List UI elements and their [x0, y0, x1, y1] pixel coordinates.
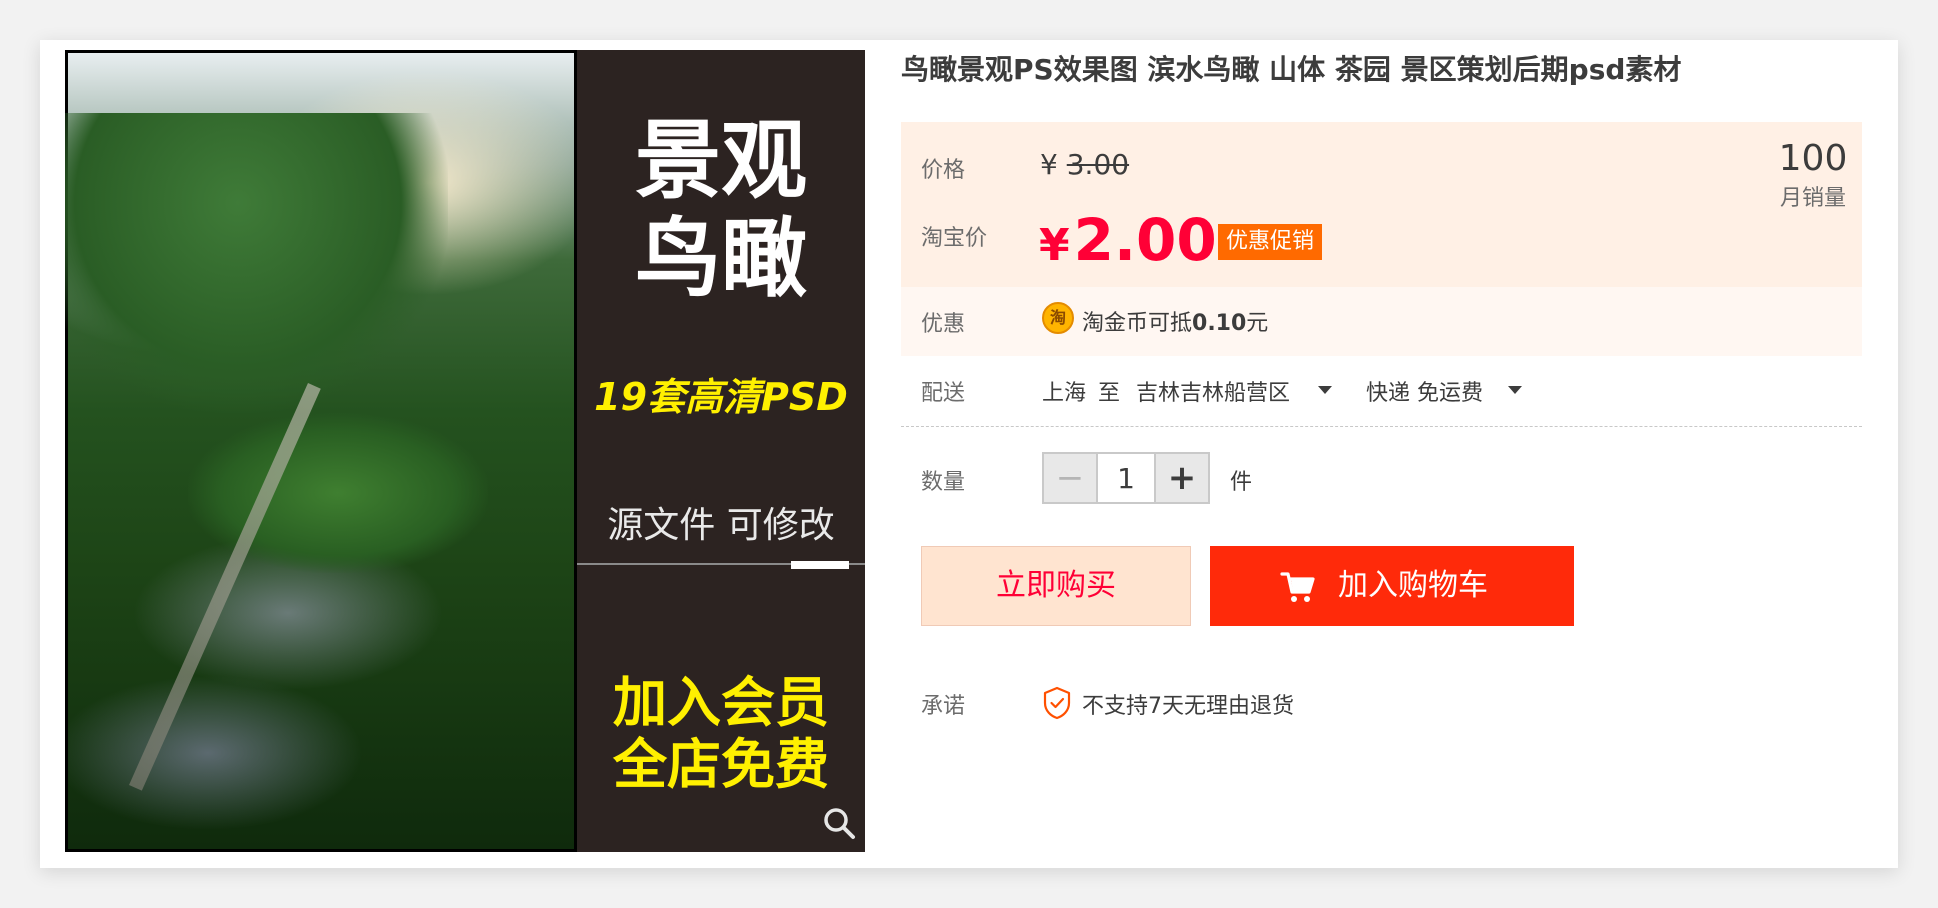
banner-line-2: 鸟瞰 [635, 209, 807, 309]
shipping-chevron-down-icon[interactable] [1508, 386, 1522, 394]
original-price-value: 3.00 [1066, 148, 1130, 181]
section-divider [901, 426, 1862, 427]
taojinbi-coin-icon: 淘 [1042, 302, 1074, 334]
promo-badge[interactable]: 优惠促销 [1218, 224, 1323, 260]
image-banner: 景观 鸟瞰 19套高清PSD 源文件 可修改 加入会员 全店免费 [577, 50, 865, 852]
monthly-sales: 100 月销量 [1770, 138, 1856, 212]
zoom-icon[interactable] [822, 806, 856, 840]
coin-discount-text: 淘金币可抵0.10元 [1082, 305, 1268, 337]
product-detail-card: 景观 鸟瞰 19套高清PSD 源文件 可修改 加入会员 全店免费 鸟瞰景观PS效… [40, 40, 1898, 868]
quantity-label: 数量 [921, 470, 966, 495]
taobao-price-label: 淘宝价 [921, 226, 988, 251]
quantity-stepper: − + [1042, 452, 1210, 504]
add-to-cart-label: 加入购物车 [1338, 568, 1488, 603]
banner-member-line-2: 全店免费 [613, 733, 829, 796]
quantity-unit: 件 [1230, 470, 1253, 495]
currency-symbol: ¥ [1040, 148, 1058, 181]
quantity-decrease-button[interactable]: − [1044, 454, 1098, 502]
monthly-sales-count: 100 [1778, 138, 1848, 179]
promise-label: 承诺 [921, 694, 966, 719]
banner-line-1: 景观 [635, 111, 807, 211]
mountain-ridge [65, 113, 448, 413]
quantity-input[interactable] [1098, 454, 1154, 502]
add-to-cart-button[interactable]: 加入购物车 [1210, 546, 1574, 626]
delivery-to-word: 至 [1098, 381, 1121, 406]
landscape-photo [65, 50, 577, 852]
delivery-origin: 上海 [1042, 381, 1087, 406]
coin-discount-unit: 元 [1246, 311, 1269, 336]
banner-editable-text: 源文件 可修改 [607, 505, 835, 546]
coin-discount-amount: 0.10 [1192, 311, 1247, 336]
banner-sets-text: 19套高清PSD [594, 375, 848, 419]
product-main-image[interactable]: 景观 鸟瞰 19套高清PSD 源文件 可修改 加入会员 全店免费 [65, 50, 865, 852]
buy-now-button[interactable]: 立即购买 [921, 546, 1191, 626]
shield-check-icon [1043, 686, 1071, 720]
shopping-cart-icon [1280, 572, 1315, 602]
shipping-method[interactable]: 快递 免运费 [1366, 375, 1483, 407]
original-price: ¥ 3.00 [1040, 148, 1129, 181]
delivery-label: 配送 [921, 381, 966, 406]
sale-price: ¥2.00 [1039, 206, 1217, 274]
quantity-increase-button[interactable]: + [1154, 454, 1208, 502]
return-policy-text: 不支持7天无理由退货 [1082, 694, 1294, 719]
sale-currency-symbol: ¥ [1039, 220, 1070, 271]
monthly-sales-label: 月销量 [1779, 186, 1846, 211]
product-title: 鸟瞰景观PS效果图 滨水鸟瞰 山体 茶园 景区策划后期psd素材 [901, 53, 1682, 86]
sale-price-value: 2.00 [1073, 206, 1217, 274]
delivery-destination[interactable]: 吉林吉林船营区 [1136, 375, 1290, 407]
discount-label: 优惠 [921, 312, 966, 337]
price-label: 价格 [921, 158, 966, 183]
banner-divider-accent [791, 561, 849, 569]
destination-chevron-down-icon[interactable] [1318, 386, 1332, 394]
coin-discount-prefix: 淘金币可抵 [1082, 311, 1193, 336]
